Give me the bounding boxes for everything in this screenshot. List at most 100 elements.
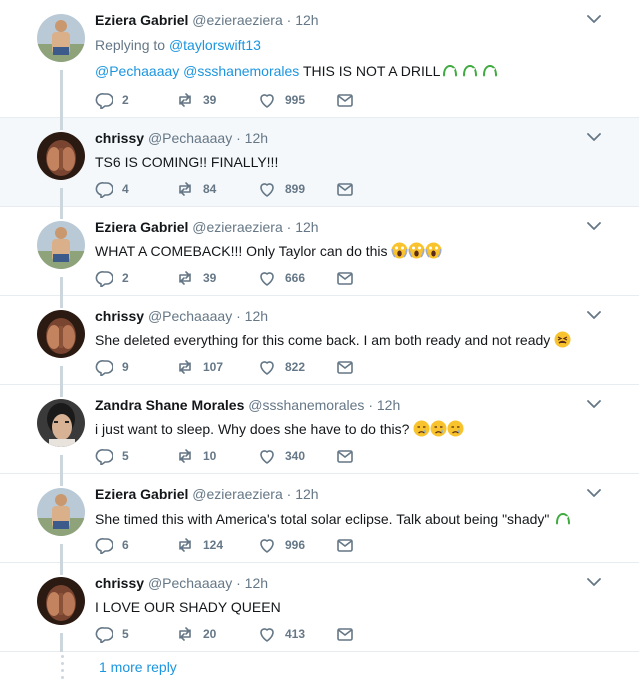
tweet-header: Eziera Gabriel @ezieraeziera · 12h (95, 219, 319, 235)
reply-button[interactable]: 5 (95, 447, 129, 465)
caret-down-icon[interactable] (587, 399, 601, 409)
like-count: 666 (285, 271, 306, 285)
dm-button[interactable] (336, 180, 363, 198)
avatar[interactable] (37, 132, 85, 180)
reply-button[interactable]: 2 (95, 269, 129, 287)
tweet[interactable]: Zandra Shane Morales @ssshanemorales · 1… (0, 385, 639, 474)
caret-down-icon[interactable] (587, 221, 601, 231)
dm-button[interactable] (336, 625, 363, 643)
display-name[interactable]: Zandra Shane Morales (95, 397, 244, 413)
like-button[interactable]: 996 (258, 536, 305, 554)
tweet-text: TS6 IS COMING!! FINALLY!!! (95, 153, 278, 171)
user-handle[interactable]: @ezieraeziera (192, 12, 282, 28)
timestamp[interactable]: 12h (245, 308, 268, 324)
reply-button[interactable]: 4 (95, 180, 129, 198)
replying-label: Replying to (95, 37, 166, 53)
display-name[interactable]: chrissy (95, 308, 144, 324)
user-handle[interactable]: @Pechaaaay (148, 308, 232, 324)
dm-button[interactable] (336, 536, 363, 554)
dm-icon (337, 272, 353, 285)
display-name[interactable]: Eziera Gabriel (95, 12, 188, 28)
like-button[interactable]: 340 (258, 447, 305, 465)
like-icon (260, 94, 274, 108)
display-name[interactable]: chrissy (95, 575, 144, 591)
retweet-count: 124 (203, 538, 224, 552)
caret-down-icon[interactable] (587, 14, 601, 24)
display-name[interactable]: chrissy (95, 130, 144, 146)
reply-button[interactable]: 5 (95, 625, 129, 643)
like-button[interactable]: 899 (258, 180, 305, 198)
dm-button[interactable] (336, 447, 363, 465)
user-handle[interactable]: @ssshanemorales (248, 397, 364, 413)
tweet[interactable]: chrissy @Pechaaaay · 12h I LOVE OUR SHADY… (0, 563, 639, 652)
retweet-button[interactable]: 107 (176, 358, 223, 376)
tweet[interactable]: chrissy @Pechaaaay · 12h TS6 IS COMING!! … (0, 118, 639, 207)
like-count: 996 (285, 538, 306, 552)
timestamp[interactable]: 12h (245, 130, 268, 146)
retweet-button[interactable]: 84 (176, 180, 216, 198)
tweet[interactable]: Eziera Gabriel @ezieraeziera · 12h Replyi… (0, 0, 639, 118)
timestamp[interactable]: 12h (245, 575, 268, 591)
display-name[interactable]: Eziera Gabriel (95, 486, 188, 502)
retweet-button[interactable]: 39 (176, 269, 216, 287)
replying-to-link[interactable]: @taylorswift13 (169, 37, 261, 53)
like-button[interactable]: 822 (258, 358, 305, 376)
reply-button[interactable]: 2 (95, 91, 129, 109)
tweet-header: chrissy @Pechaaaay · 12h (95, 308, 268, 324)
scream-emoji-x3 (391, 242, 443, 259)
avatar[interactable] (37, 399, 85, 447)
retweet-count: 10 (203, 449, 217, 463)
snake-emoji (483, 65, 498, 77)
separator-dot: · (236, 308, 241, 324)
avatar[interactable] (37, 14, 85, 62)
display-name[interactable]: Eziera Gabriel (95, 219, 188, 235)
retweet-button[interactable]: 20 (176, 625, 216, 643)
timestamp[interactable]: 12h (295, 486, 318, 502)
reply-button[interactable]: 6 (95, 536, 129, 554)
mention-links[interactable]: @Pechaaaay @ssshanemorales (95, 63, 299, 79)
tweet-header: chrissy @Pechaaaay · 12h (95, 130, 268, 146)
thread-connector (60, 366, 63, 385)
timestamp[interactable]: 12h (295, 12, 318, 28)
avatar[interactable] (37, 577, 85, 625)
user-handle[interactable]: @ezieraeziera (192, 219, 282, 235)
like-button[interactable]: 995 (258, 91, 305, 109)
tweet[interactable]: Eziera Gabriel @ezieraeziera · 12h WHAT A… (0, 207, 639, 296)
dm-button[interactable] (336, 358, 363, 376)
tweet-header: chrissy @Pechaaaay · 12h (95, 575, 268, 591)
caret-down-icon[interactable] (587, 577, 601, 587)
caret-down-icon[interactable] (587, 132, 601, 142)
snake-emoji-x3 (440, 63, 500, 79)
tweet[interactable]: chrissy @Pechaaaay · 12h She deleted ever… (0, 296, 639, 385)
retweet-icon (179, 93, 191, 107)
retweet-button[interactable]: 124 (176, 536, 223, 554)
tweet[interactable]: Eziera Gabriel @ezieraeziera · 12h She ti… (0, 474, 639, 563)
dm-button[interactable] (336, 91, 363, 109)
like-button[interactable]: 413 (258, 625, 305, 643)
thread-connector (60, 563, 63, 575)
timestamp[interactable]: 12h (295, 219, 318, 235)
like-count: 899 (285, 182, 306, 196)
thread-connector (60, 385, 63, 397)
user-handle[interactable]: @Pechaaaay (148, 130, 232, 146)
thread-connector (60, 207, 63, 219)
avatar[interactable] (37, 310, 85, 358)
snake-emoji (553, 511, 573, 527)
user-handle[interactable]: @ezieraeziera (192, 486, 282, 502)
more-replies-link[interactable]: 1 more reply (99, 659, 177, 675)
reply-button[interactable]: 9 (95, 358, 129, 376)
avatar[interactable] (37, 488, 85, 536)
retweet-button[interactable]: 10 (176, 447, 216, 465)
timestamp[interactable]: 12h (377, 397, 400, 413)
reply-icon (95, 360, 113, 376)
like-button[interactable]: 666 (258, 269, 305, 287)
caret-down-icon[interactable] (587, 488, 601, 498)
avatar[interactable] (37, 221, 85, 269)
dm-button[interactable] (336, 269, 363, 287)
snake-emoji (443, 65, 458, 77)
caret-down-icon[interactable] (587, 310, 601, 320)
like-count: 822 (285, 360, 306, 374)
retweet-button[interactable]: 39 (176, 91, 216, 109)
user-handle[interactable]: @Pechaaaay (148, 575, 232, 591)
like-icon (260, 628, 274, 642)
